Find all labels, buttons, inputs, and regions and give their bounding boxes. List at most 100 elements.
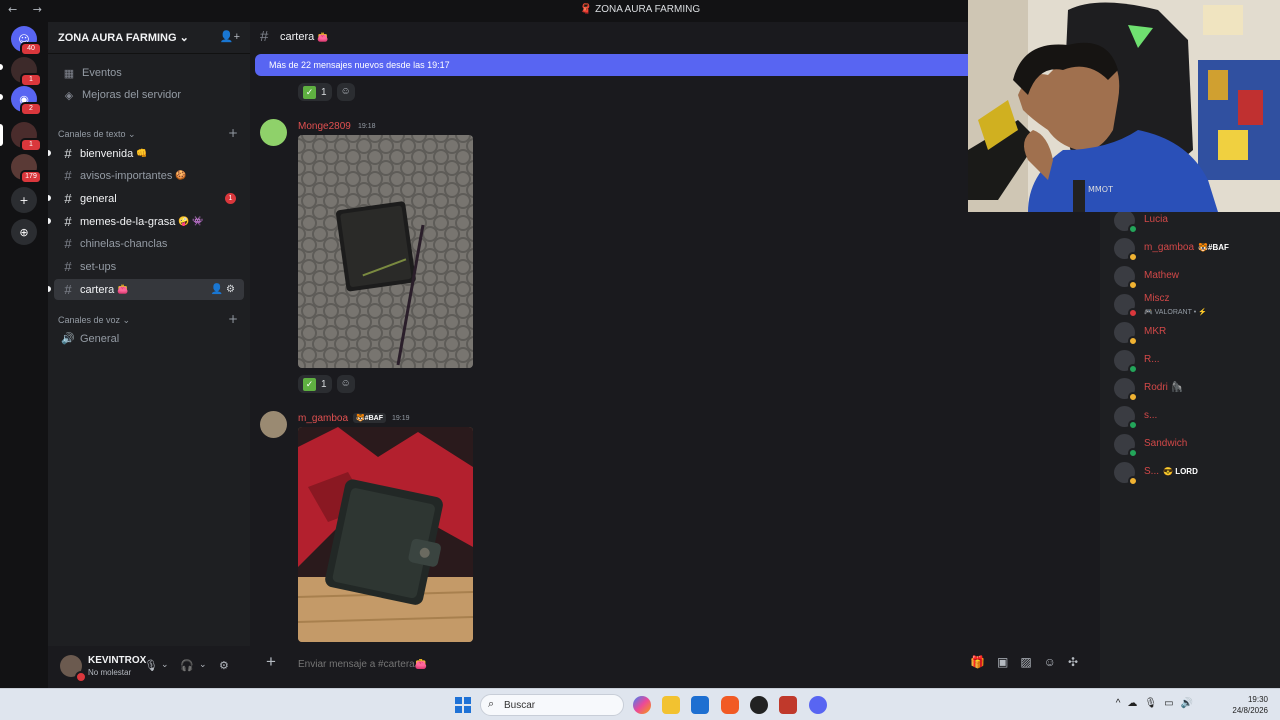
member-item[interactable]: R... (1114, 348, 1274, 374)
emoji-icon[interactable]: ☺ (1044, 655, 1068, 669)
channel-label: General (80, 332, 120, 345)
member-name: R... (1144, 354, 1160, 365)
obs-icon[interactable] (750, 696, 768, 714)
attach-plus-icon[interactable]: + (266, 652, 276, 672)
channel-general[interactable]: # general 1 (54, 188, 244, 209)
avatar[interactable] (260, 411, 287, 438)
attached-image-wallet-worn[interactable] (298, 427, 473, 642)
add-reaction-icon[interactable]: ☺ (336, 83, 355, 101)
search-label: Buscar (504, 700, 536, 711)
member-name: s... (1144, 410, 1157, 421)
taskbar-search[interactable]: ⌕ Buscar (480, 694, 624, 716)
brave-browser-icon[interactable] (721, 696, 739, 714)
server-header[interactable]: ZONA AURA FARMING ⌄ 👤+ (48, 22, 250, 54)
chevron-down-icon[interactable]: ⌄ (161, 659, 169, 670)
server-badge: 1 (20, 138, 42, 152)
invite-people-icon[interactable]: 👤+ (220, 30, 240, 43)
chevron-up-icon[interactable]: ^ (1116, 698, 1128, 709)
member-item[interactable]: m_gamboa 🐯#BAF (1114, 236, 1274, 262)
invite-icon[interactable]: 👤 (211, 284, 226, 295)
channel-bienvenida[interactable]: # bienvenida 👊 (54, 143, 244, 164)
member-item[interactable]: s... (1114, 404, 1274, 430)
channel-avisos-importantes[interactable]: # avisos-importantes 🍪 (54, 165, 244, 186)
avatar[interactable] (260, 119, 287, 146)
server-icon-4[interactable]: 179 (11, 154, 42, 184)
settings-gear-icon[interactable]: ⚙ (219, 659, 229, 672)
channel-cartera[interactable]: # cartera 👛 👤⚙ (54, 279, 244, 300)
member-item[interactable]: S... 😎 LORD (1114, 460, 1274, 486)
member-item[interactable]: Mathew (1114, 264, 1274, 290)
copilot-icon[interactable] (633, 696, 651, 714)
new-messages-bar[interactable]: Más de 22 mensajes nuevos desde las 19:1… (255, 54, 975, 76)
events-item[interactable]: ▦ Eventos (54, 63, 244, 83)
channel-label: avisos-importantes (80, 169, 173, 182)
events-label: Eventos (82, 67, 122, 79)
voice-channel-general[interactable]: 🔊 General (54, 328, 244, 349)
create-voice-channel-icon[interactable]: + (228, 312, 238, 326)
member-name-text: MKR (1144, 326, 1167, 337)
status-indicator (1128, 252, 1138, 262)
message-author[interactable]: Monge2809 (298, 121, 351, 132)
member-item[interactable]: MKR (1114, 320, 1274, 346)
volume-icon[interactable]: 🔊 (1181, 698, 1200, 709)
server-icon-1[interactable]: 1 (11, 57, 42, 87)
server-boosts-item[interactable]: ◈ Mejoras del servidor (54, 85, 244, 105)
server-icon-discord[interactable]: ◉ 2 (11, 86, 42, 116)
checkmark-reaction[interactable]: ✓ 1 (298, 375, 332, 393)
cloud-icon[interactable]: ☁ (1127, 698, 1144, 709)
attached-image-wallet-black[interactable] (298, 135, 473, 368)
voice-channels-category[interactable]: Canales de voz ⌄ (58, 315, 130, 326)
server-icon-zona-aura[interactable]: 1 (11, 122, 42, 152)
start-button[interactable] (455, 697, 471, 713)
member-name: Miscz (1144, 293, 1170, 304)
member-name-text: Lucia (1144, 214, 1168, 225)
store-icon[interactable] (691, 696, 709, 714)
sticker-icon[interactable]: ▨ (1020, 655, 1043, 669)
gear-icon[interactable]: ⚙ (226, 284, 238, 295)
status-indicator (1128, 364, 1138, 374)
direct-messages-button[interactable]: ☺ 40 (11, 26, 42, 56)
hash-icon: # (64, 191, 72, 206)
hash-icon: # (64, 214, 72, 229)
status-indicator (1128, 476, 1138, 486)
create-channel-icon[interactable]: + (228, 126, 238, 140)
gif-icon[interactable]: ▣ (997, 655, 1020, 669)
member-activity: 🎮 VALORANT • ⚡ (1144, 309, 1207, 316)
chevron-down-icon[interactable]: ⌄ (199, 659, 207, 670)
search-icon: ⌕ (488, 698, 495, 710)
member-name-text: s... (1144, 410, 1158, 421)
member-item[interactable]: Sandwich (1114, 432, 1274, 458)
member-name: MKR (1144, 326, 1166, 337)
discord-taskbar-icon[interactable] (809, 696, 827, 714)
message-author[interactable]: m_gamboa (298, 413, 348, 424)
network-icon[interactable]: ▭ (1164, 698, 1180, 709)
channel-emoji: 🍪 (175, 170, 187, 180)
message-timestamp: 19:19 (392, 415, 410, 422)
channel-set-ups[interactable]: # set-ups (54, 256, 244, 277)
text-channels-category[interactable]: Canales de texto ⌄ (58, 129, 136, 140)
message-composer: + 🎁▣▨☺✣ (260, 649, 1090, 679)
message-input[interactable] (298, 655, 898, 673)
member-item[interactable]: Rodri 🦍 (1114, 376, 1274, 402)
headphones-icon[interactable]: 🎧 (180, 659, 194, 672)
member-item[interactable]: Miscz 🎮 VALORANT • ⚡ (1114, 292, 1274, 318)
dm-unread-badge: 40 (20, 42, 42, 56)
gift-icon[interactable]: 🎁 (970, 655, 997, 669)
microphone-icon[interactable]: 🎙 (1144, 698, 1164, 709)
apps-icon[interactable]: ✣ (1068, 655, 1090, 669)
discover-button[interactable]: ⊕ (11, 219, 37, 245)
boosts-label: Mejoras del servidor (82, 89, 182, 101)
file-explorer-icon[interactable] (662, 696, 680, 714)
add-reaction-icon[interactable]: ☺ (336, 375, 355, 393)
reaction-count: 1 (321, 378, 327, 390)
add-server-button[interactable]: + (11, 187, 37, 213)
microphone-icon[interactable]: 🎙 (144, 659, 158, 672)
channel-memes-de-la-grasa[interactable]: # memes-de-la-grasa 🤪 👾 (54, 211, 244, 232)
channel-chinelas-chanclas[interactable]: # chinelas-chanclas (54, 233, 244, 254)
checkmark-reaction[interactable]: ✓ 1 (298, 83, 332, 101)
streamer-app-icon[interactable] (779, 696, 797, 714)
unread-indicator (48, 150, 51, 156)
calendar-icon: ▦ (63, 67, 75, 80)
mention-badge: 1 (225, 193, 236, 204)
clock[interactable]: 19:30 24/8/2026 (1232, 694, 1268, 716)
